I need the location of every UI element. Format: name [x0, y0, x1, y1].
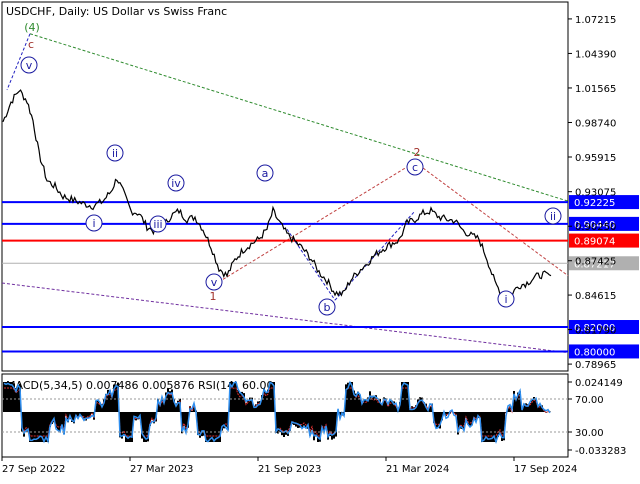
wave-label: v	[26, 59, 33, 72]
time-tick-label: 21 Mar 2024	[386, 464, 449, 475]
price-tick-label: 1.01565	[575, 84, 616, 95]
trend-lines	[1, 33, 569, 354]
indicator-tick-label: 30.00	[575, 428, 604, 439]
wave-label: ii	[112, 147, 118, 160]
level-label: 0.80000	[574, 347, 615, 358]
price-axis: 1.07215 1.04390 1.01565 0.98740 0.95915 0.930…	[568, 15, 616, 371]
chart-window: USDCHF, Daily: US Dollar vs Swiss Franc …	[0, 0, 640, 480]
indicator-tick-label: -0.033283	[575, 446, 626, 457]
wave-label: i	[92, 217, 95, 230]
price-tick-label: 0.81790	[575, 326, 616, 337]
chart-title: USDCHF, Daily: US Dollar vs Swiss Franc	[6, 5, 227, 18]
wave-label: v	[211, 276, 218, 289]
price-series	[2, 89, 552, 300]
wave-label: b	[324, 301, 331, 314]
price-tick-label: 0.93075	[575, 188, 616, 199]
time-tick-label: 17 Sep 2024	[514, 464, 577, 475]
wave-label: i	[504, 293, 507, 306]
trendline-purple	[1, 282, 569, 354]
wave-labels: (4)cviiiiviiiv1ab2ciii	[20, 21, 562, 316]
price-panel-frame	[1, 1, 569, 372]
price-tick-label: 0.95915	[575, 153, 616, 164]
indicator-tick-label: 0.024149	[575, 378, 623, 389]
level-label: 0.92225	[574, 198, 615, 209]
time-axis: 27 Sep 2022 27 Mar 2023 21 Sep 2023 21 Mar …	[1, 457, 577, 475]
price-line	[2, 89, 552, 300]
price-tick-label: 0.84615	[575, 291, 616, 302]
chart-svg: USDCHF, Daily: US Dollar vs Swiss Franc …	[1, 1, 639, 475]
price-tick-label: 0.87425	[575, 257, 616, 268]
price-tick-label: 0.98740	[575, 118, 616, 129]
trendline-red	[222, 161, 416, 280]
trendline-green	[29, 33, 569, 202]
level-label: 0.89074	[574, 237, 615, 248]
indicator-axis: 0.024149 70.00 30.00 -0.033283	[568, 378, 626, 457]
time-tick-label: 21 Sep 2023	[258, 464, 321, 475]
wave-label: iii	[153, 218, 162, 231]
wave-label: a	[262, 167, 269, 180]
price-tick-label: 1.04390	[575, 49, 616, 60]
wave-label: iv	[171, 177, 181, 190]
wave-label: (4)	[24, 21, 40, 34]
time-tick-label: 27 Mar 2023	[130, 464, 193, 475]
price-tick-label: 0.90250	[575, 222, 616, 233]
wave-label: 1	[210, 290, 217, 303]
wave-label: c	[412, 161, 418, 174]
price-tick-label: 1.07215	[575, 15, 616, 26]
wave-label: 2	[414, 146, 421, 159]
wave-label: ii	[550, 210, 556, 223]
indicator-tick-label: 70.00	[575, 395, 604, 406]
price-tick-label: 0.78965	[575, 360, 616, 371]
time-tick-label: 27 Sep 2022	[2, 464, 65, 475]
wave-label: c	[28, 38, 34, 51]
